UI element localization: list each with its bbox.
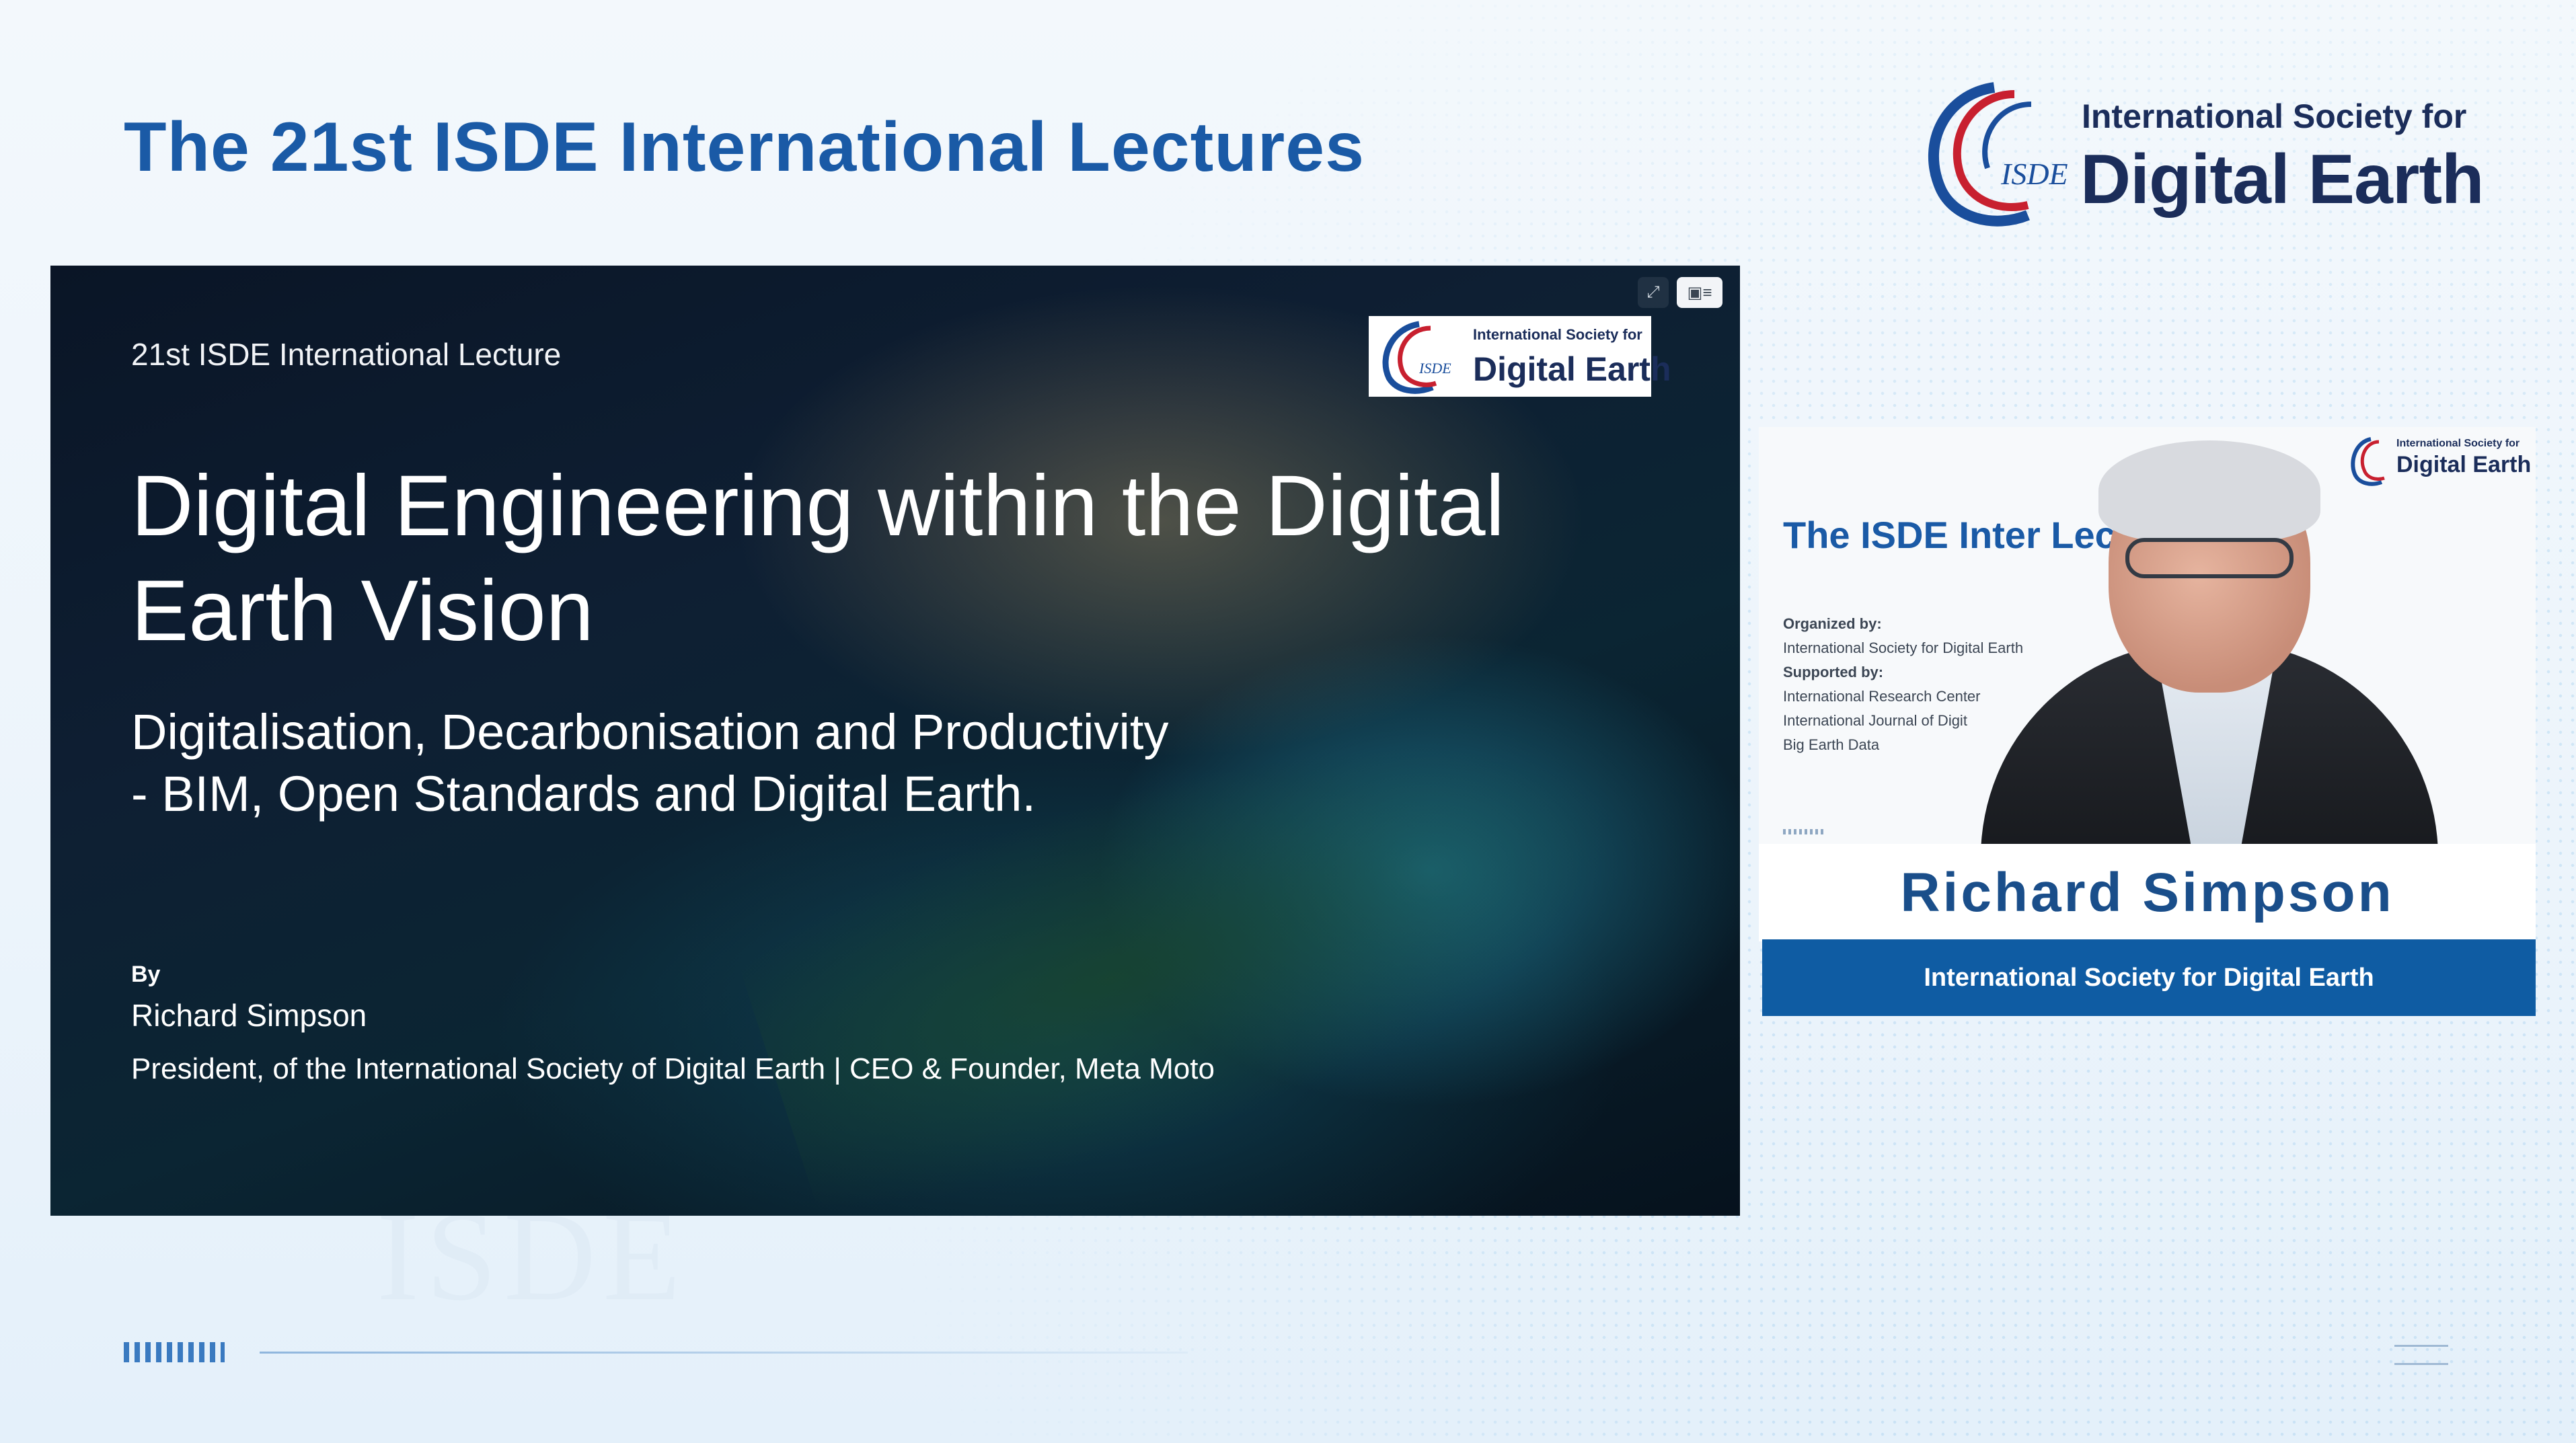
slide-title: Digital Engineering within the Digital E… — [131, 458, 1505, 659]
slide-logo-line2: Digital Earth — [1473, 350, 1671, 388]
bottom-progress-indicator — [124, 1342, 225, 1362]
slide-logo-line1: International Society for — [1473, 326, 1642, 343]
isde-ring-logo-icon — [1928, 82, 2032, 227]
page-title: The 21st ISDE International Lectures — [124, 108, 1365, 186]
slide-kicker: 21st ISDE International Lecture — [131, 337, 562, 372]
brand-line2: Digital Earth — [2080, 141, 2485, 219]
layout-toggle-button[interactable]: ▣≡ — [1677, 277, 1722, 308]
layout-toggle-icon: ▣≡ — [1687, 283, 1712, 302]
speaker-name: Richard Simpson — [1900, 861, 2394, 923]
isde-mark-text: ISDE — [2001, 157, 2068, 191]
bottom-divider — [260, 1352, 1188, 1354]
speaker-glasses — [2125, 538, 2294, 578]
expand-icon: ⤢ — [1646, 283, 1660, 301]
speaker-name-card: Richard Simpson — [1759, 844, 2536, 941]
speaker-panel-progress — [1783, 829, 1823, 834]
expand-button[interactable]: ⤢ — [1638, 277, 1669, 308]
slide-isde-logo: ISDE International Society for Digital E… — [1369, 316, 1671, 397]
speaker-affiliation-bar: International Society for Digital Earth — [1762, 939, 2536, 1016]
slide-logo-ring-icon — [1382, 321, 1437, 394]
speaker-person — [1954, 427, 2438, 844]
presenter-role: President, of the International Society … — [131, 1052, 1215, 1085]
presenter-name: Richard Simpson — [131, 998, 367, 1033]
speaker-affiliation: International Society for Digital Earth — [1924, 963, 2374, 992]
bottom-right-decoration — [2394, 1345, 2448, 1365]
by-label: By — [131, 962, 161, 987]
speaker-hair — [2098, 440, 2320, 541]
shared-slide: 21st ISDE International Lecture Digital … — [50, 266, 1740, 1216]
slide-subtitle: Digitalisation, Decarbonisation and Prod… — [131, 704, 1169, 822]
slide-logo-mark: ISDE — [1419, 360, 1451, 377]
speaker-video: The ISDE Inter Lectures Organized by: In… — [1759, 427, 2536, 844]
brand-line1: International Society for — [2082, 98, 2467, 135]
isde-logo: ISDE International Society for Digital E… — [1914, 74, 2485, 235]
